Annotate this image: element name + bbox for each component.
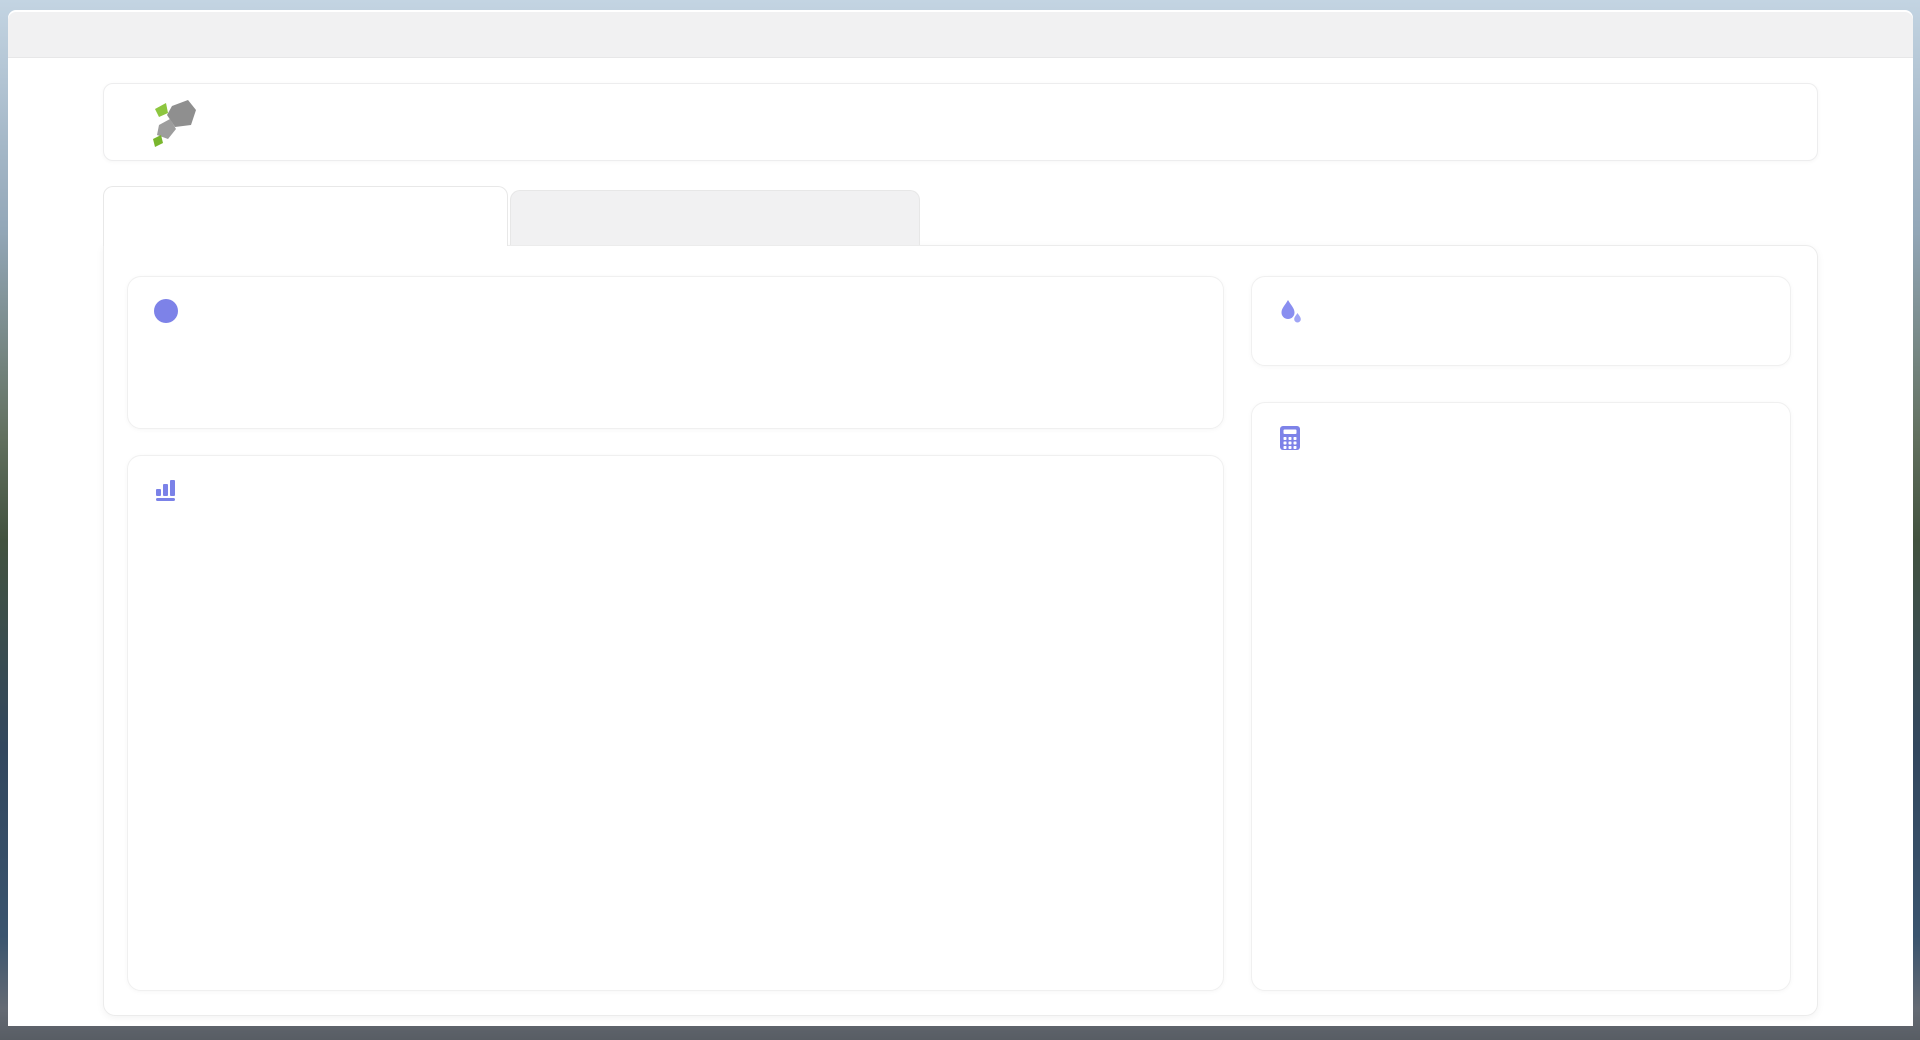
app-header: [103, 83, 1818, 161]
bar-chart-icon: [156, 480, 175, 501]
app-window: [8, 10, 1913, 1026]
graph-header: [154, 478, 1197, 502]
viscosity-chart: [154, 518, 1197, 968]
blood-viscosity-panel: [1251, 276, 1791, 366]
right-column: [1251, 276, 1791, 991]
window-titlebar: [8, 12, 1913, 58]
page-content: [8, 58, 1913, 1026]
ubiosis-logo: [146, 94, 214, 150]
info-icon: [154, 299, 178, 323]
result-content-card: [103, 245, 1818, 1016]
left-column: [127, 276, 1224, 991]
tab-bar: [103, 185, 1818, 246]
shear-viscosity-header: [1278, 425, 1764, 451]
droplets-icon: [1281, 300, 1301, 323]
blood-viscosity-header: [1278, 299, 1764, 325]
file-info-header: [154, 299, 1197, 323]
shear-viscosity-panel: [1251, 402, 1791, 991]
calculator-icon: [1280, 426, 1300, 450]
graph-panel: [127, 455, 1224, 991]
tab-raw-data[interactable]: [510, 190, 920, 245]
file-info-panel: [127, 276, 1224, 429]
tab-result[interactable]: [103, 186, 508, 246]
logo-mark-icon: [153, 100, 196, 147]
